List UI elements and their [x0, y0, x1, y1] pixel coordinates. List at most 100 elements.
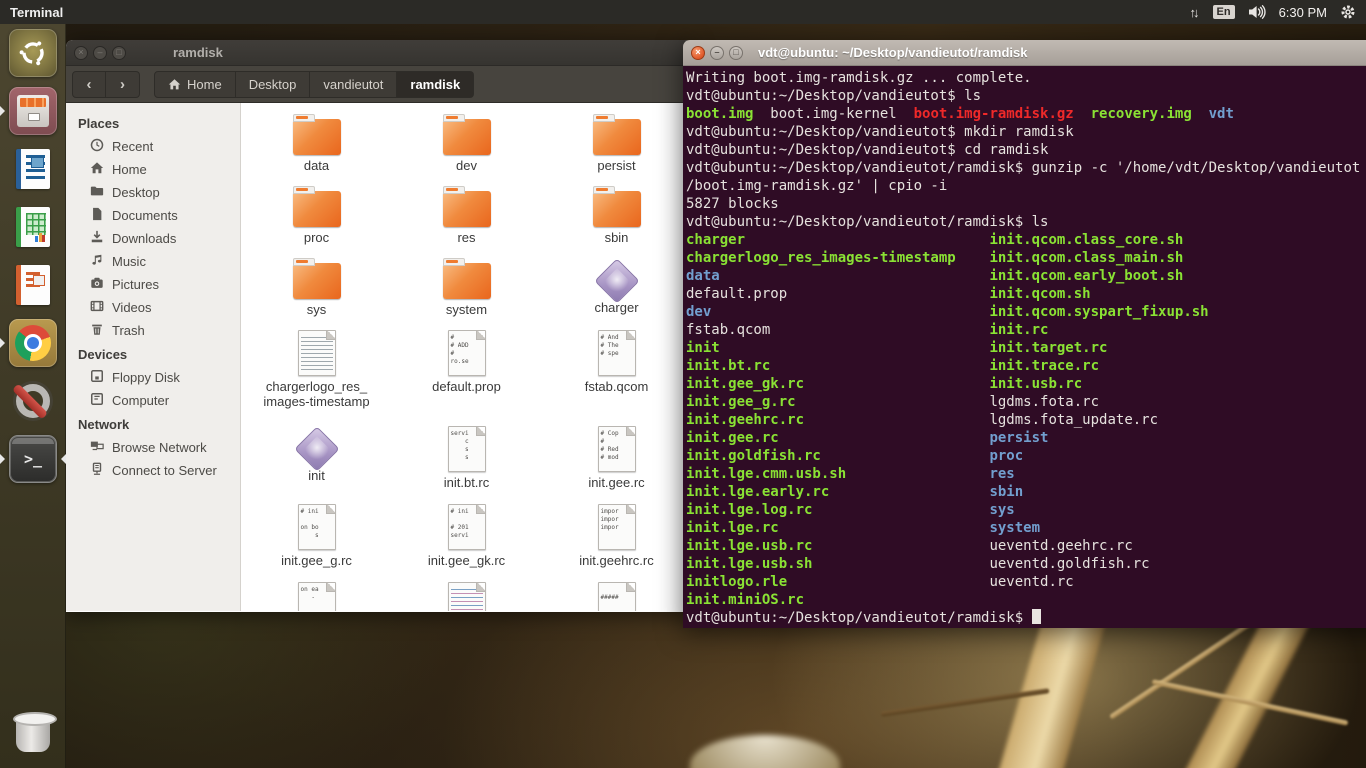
file-label: fstab.qcom — [585, 379, 649, 394]
close-icon[interactable]: × — [691, 46, 705, 60]
file-item-data[interactable]: data — [242, 111, 392, 183]
terminal-line: initlogo.rle ueventd.rc — [686, 573, 1366, 591]
session-gear-icon[interactable] — [1340, 4, 1356, 20]
icon-view[interactable]: data dev persist procressbin syssystemcharge… — [241, 103, 692, 611]
file-item-system[interactable]: system — [392, 255, 542, 327]
focused-indicator — [61, 454, 66, 464]
forward-button[interactable]: › — [106, 71, 140, 98]
clock-icon — [90, 138, 104, 155]
close-icon[interactable]: × — [74, 46, 88, 60]
launcher-item-chrome-browser[interactable] — [0, 314, 66, 372]
sidebar-item-label: Trash — [112, 323, 145, 338]
launcher-item-libreoffice-writer[interactable] — [0, 140, 66, 198]
emblem-diamond-icon — [294, 426, 339, 471]
file-item-fstab.qcom[interactable]: # And # The # spefstab.qcom — [542, 327, 692, 423]
file-item-init.gee_gk.rc[interactable]: # ini # 201 serviinit.gee_gk.rc — [392, 501, 542, 579]
launcher-item-libreoffice-impress[interactable] — [0, 256, 66, 314]
file-manager-titlebar[interactable]: × – □ ramdisk — [66, 40, 692, 66]
terminal-line: vdt@ubuntu:~/Desktop/vandieutot/ramdisk$… — [686, 213, 1366, 231]
video-icon — [90, 299, 104, 316]
sidebar-item-music[interactable]: Music — [66, 250, 240, 273]
sidebar-item-label: Music — [112, 254, 146, 269]
terminal-titlebar[interactable]: × – □ vdt@ubuntu: ~/Desktop/vandieutot/r… — [683, 40, 1366, 66]
file-item-sbin[interactable]: sbin — [542, 183, 692, 255]
file-label: init.gee.rc — [588, 475, 644, 490]
sidebar-item-videos[interactable]: Videos — [66, 296, 240, 319]
launcher-item-trash[interactable] — [0, 706, 66, 764]
sidebar-item-trash[interactable]: Trash — [66, 319, 240, 342]
file-item-sys[interactable]: sys — [242, 255, 392, 327]
breadcrumb-ramdisk[interactable]: ramdisk — [397, 71, 474, 98]
file-label: persist — [597, 158, 635, 173]
file-cabinet-icon — [9, 87, 57, 135]
network-icon — [90, 439, 104, 456]
file-item-init.bt.rc[interactable]: servi c s sinit.bt.rc — [392, 423, 542, 501]
file-item-default.prop[interactable]: # # ADD # ro.sedefault.prop — [392, 327, 542, 423]
file-label: dev — [456, 158, 477, 173]
maximize-icon[interactable]: □ — [729, 46, 743, 60]
file-manager-body: Places Recent Home Desktop DocumentsDownload… — [66, 103, 692, 611]
file-item-chargerlogo_res_[interactable]: chargerlogo_res_ images-timestamp — [242, 327, 392, 423]
system-tray: ↑↓ En 6:30 PM — [1190, 4, 1366, 20]
launcher-item-files[interactable] — [0, 82, 66, 140]
sidebar-section-places: Places — [66, 111, 240, 135]
launcher-item-libreoffice-calc[interactable] — [0, 198, 66, 256]
file-item-proc[interactable]: proc — [242, 183, 392, 255]
terminal-cursor — [1032, 609, 1041, 624]
back-button[interactable]: ‹ — [72, 71, 106, 98]
file-item-init.geehrc.rc[interactable]: impor impor imporinit.geehrc.rc — [542, 501, 692, 579]
file-item-init[interactable]: init — [242, 423, 392, 501]
file-item[interactable]: on ea - — [242, 579, 392, 611]
sidebar-item-connect-to-server[interactable]: Connect to Server — [66, 459, 240, 482]
launcher-item-dash-home[interactable] — [0, 24, 66, 82]
launcher-item-system-settings[interactable] — [0, 372, 66, 430]
sidebar-section-devices: Devices — [66, 342, 240, 366]
minimize-icon[interactable]: – — [710, 46, 724, 60]
terminal-output[interactable]: Writing boot.img-ramdisk.gz ... complete… — [683, 66, 1366, 628]
file-item[interactable] — [392, 579, 542, 611]
calc-spreadsheet-icon — [9, 203, 57, 251]
file-item-init.gee_g.rc[interactable]: # ini on bo sinit.gee_g.rc — [242, 501, 392, 579]
sidebar-item-browse-network[interactable]: Browse Network — [66, 436, 240, 459]
sidebar-item-pictures[interactable]: Pictures — [66, 273, 240, 296]
launcher-item-terminal-app[interactable]: >_ — [0, 430, 66, 488]
sidebar-item-downloads[interactable]: Downloads — [66, 227, 240, 250]
breadcrumb-desktop[interactable]: Desktop — [236, 71, 311, 98]
file-item-dev[interactable]: dev — [392, 111, 542, 183]
file-item-persist[interactable]: persist — [542, 111, 692, 183]
sidebar-item-documents[interactable]: Documents — [66, 204, 240, 227]
file-item-init.gee.rc[interactable]: # Cop # # Red # modinit.gee.rc — [542, 423, 692, 501]
breadcrumb-vandieutot[interactable]: vandieutot — [310, 71, 397, 98]
keyboard-layout-badge[interactable]: En — [1213, 5, 1235, 19]
minimize-icon[interactable]: – — [93, 46, 107, 60]
terminal-line: chargerlogo_res_images-timestamp init.qc… — [686, 249, 1366, 267]
terminal-line: init.goldfish.rc proc — [686, 447, 1366, 465]
terminal-line: vdt@ubuntu:~/Desktop/vandieutot$ mkdir r… — [686, 123, 1366, 141]
terminal-line: init.gee_g.rc lgdms.fota.rc — [686, 393, 1366, 411]
breadcrumb-home[interactable]: Home — [154, 71, 236, 98]
folder-icon — [443, 191, 491, 227]
sidebar-item-computer[interactable]: Computer — [66, 389, 240, 412]
sidebar-item-home[interactable]: Home — [66, 158, 240, 181]
trash-bucket-icon — [16, 718, 50, 752]
text-file-icon: impor impor impor — [598, 504, 636, 550]
computer-icon — [90, 392, 104, 409]
maximize-icon[interactable]: □ — [112, 46, 126, 60]
file-item-res[interactable]: res — [392, 183, 542, 255]
file-item-charger[interactable]: charger — [542, 255, 692, 327]
file-item[interactable]: ##### — [542, 579, 692, 611]
text-file-icon: on ea - — [298, 582, 336, 611]
keyboard-indicator-arrows-icon[interactable]: ↑↓ — [1190, 5, 1200, 20]
sidebar-item-floppy-disk[interactable]: Floppy Disk — [66, 366, 240, 389]
terminal-line: /boot.img-ramdisk.gz' | cpio -i — [686, 177, 1366, 195]
sidebar-item-label: Recent — [112, 139, 153, 154]
sidebar-item-desktop[interactable]: Desktop — [66, 181, 240, 204]
running-indicator — [0, 338, 5, 348]
terminal-line: init.lge.rc system — [686, 519, 1366, 537]
clock-label[interactable]: 6:30 PM — [1279, 5, 1327, 20]
chrome-icon — [9, 319, 57, 367]
file-manager-window: × – □ ramdisk ‹ › HomeDesktopvandieutotr… — [66, 40, 692, 612]
volume-icon[interactable] — [1248, 4, 1266, 20]
sidebar-item-label: Desktop — [112, 185, 160, 200]
sidebar-item-recent[interactable]: Recent — [66, 135, 240, 158]
